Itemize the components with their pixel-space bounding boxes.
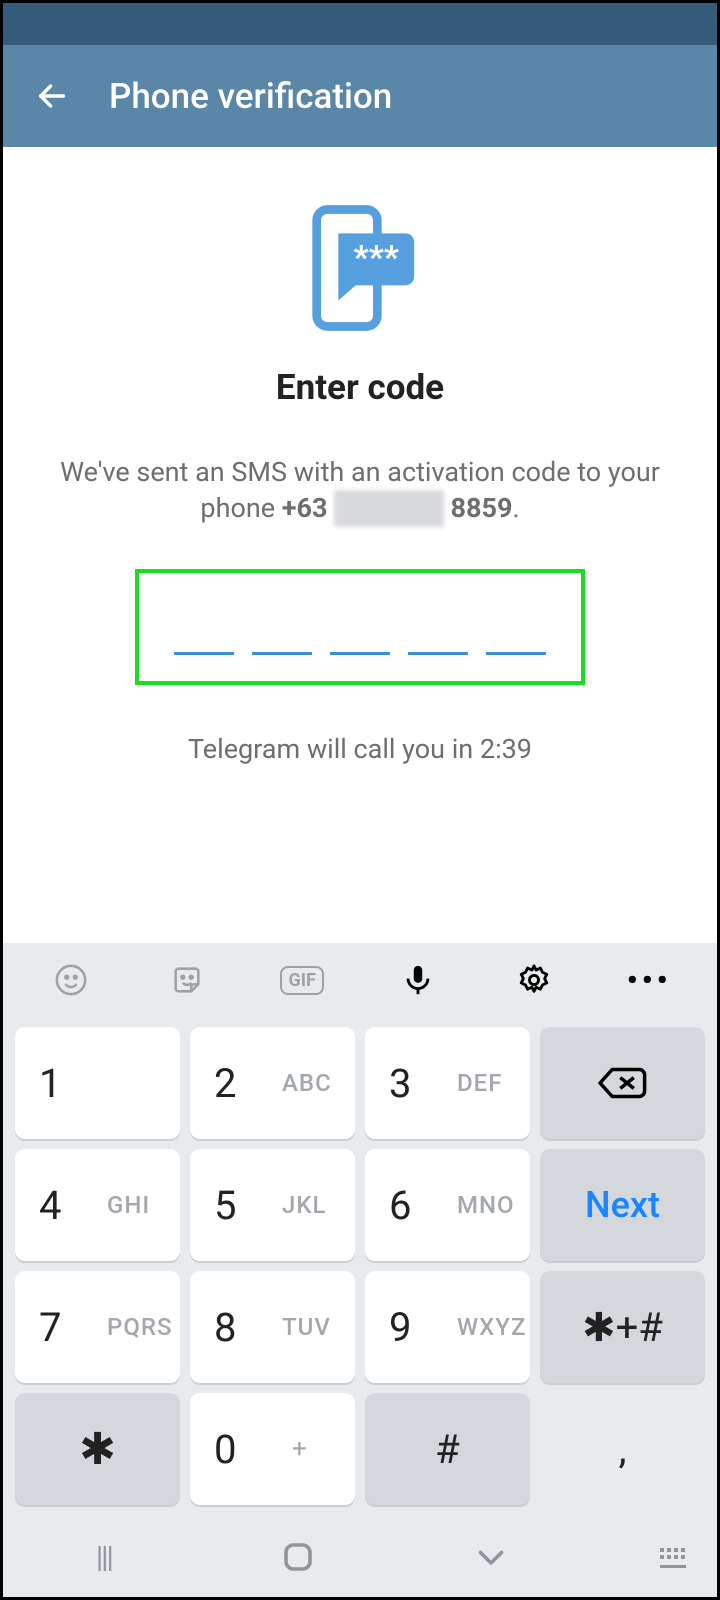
key-digit: 4 xyxy=(39,1182,61,1229)
nav-keyboard-switch[interactable] xyxy=(588,1548,713,1566)
verification-illustration: *** xyxy=(295,203,425,333)
key-5[interactable]: 5 JKL xyxy=(190,1149,355,1261)
key-sub: ABC xyxy=(282,1069,332,1097)
arrow-left-icon xyxy=(35,79,69,113)
emoji-button[interactable] xyxy=(13,943,129,1017)
nav-home[interactable] xyxy=(201,1539,395,1575)
code-slot xyxy=(408,652,468,655)
page-title: Phone verification xyxy=(109,76,392,117)
key-2[interactable]: 2 ABC xyxy=(190,1027,355,1139)
key-9[interactable]: 9 WXYZ xyxy=(365,1271,530,1383)
recent-icon: ||| xyxy=(96,1540,112,1575)
chevron-down-icon xyxy=(473,1539,509,1575)
key-8[interactable]: 8 TUV xyxy=(190,1271,355,1383)
keyboard-settings-button[interactable] xyxy=(476,943,592,1017)
nav-back[interactable] xyxy=(394,1539,588,1575)
desc-suffix: . xyxy=(512,492,519,524)
code-slot xyxy=(252,652,312,655)
gif-icon: GIF xyxy=(280,966,323,995)
key-sub: + xyxy=(292,1434,307,1464)
key-label: ✱+# xyxy=(582,1304,663,1351)
key-digit: 6 xyxy=(389,1182,411,1229)
keyboard-more-button[interactable]: ••• xyxy=(591,943,707,1017)
key-1[interactable]: 1 xyxy=(15,1027,180,1139)
timer-prefix: Telegram will call you in xyxy=(188,733,480,765)
key-digit: 5 xyxy=(214,1182,236,1229)
svg-text:***: *** xyxy=(354,238,400,276)
key-next[interactable]: Next xyxy=(540,1149,705,1261)
phone-cc: +63 xyxy=(282,492,328,524)
code-slot xyxy=(486,652,546,655)
soft-keyboard: GIF ••• 1 2 ABC 3 DEF xyxy=(3,943,717,1597)
system-nav-bar: ||| xyxy=(3,1523,717,1597)
key-label: , xyxy=(619,1426,627,1473)
status-bar xyxy=(3,3,717,45)
keyboard-toolbar: GIF ••• xyxy=(3,943,717,1017)
key-7[interactable]: 7 PQRS xyxy=(15,1271,180,1383)
code-input[interactable] xyxy=(135,569,585,685)
sticker-icon xyxy=(170,963,204,997)
key-digit: 2 xyxy=(214,1060,236,1107)
content-description: We've sent an SMS with an activation cod… xyxy=(50,454,670,527)
timer-value: 2:39 xyxy=(480,733,532,765)
key-label: # xyxy=(435,1426,460,1473)
microphone-icon xyxy=(401,963,435,997)
key-sub: MNO xyxy=(457,1191,515,1219)
gear-icon xyxy=(517,963,551,997)
backspace-icon xyxy=(596,1063,650,1103)
key-sub: JKL xyxy=(282,1191,326,1219)
back-button[interactable] xyxy=(13,66,91,126)
phone-hidden: XXXXXX xyxy=(334,490,444,526)
code-slot xyxy=(330,652,390,655)
key-sub: DEF xyxy=(457,1069,502,1097)
key-symbols[interactable]: ✱+# xyxy=(540,1271,705,1383)
call-timer: Telegram will call you in 2:39 xyxy=(188,733,532,765)
app-bar: Phone verification xyxy=(3,45,717,147)
content-area: *** Enter code We've sent an SMS with an… xyxy=(3,147,717,943)
key-sub: TUV xyxy=(282,1313,331,1341)
home-icon xyxy=(280,1539,316,1575)
more-icon: ••• xyxy=(627,963,672,998)
code-slot xyxy=(174,652,234,655)
key-digit: 9 xyxy=(389,1304,411,1351)
key-label: Next xyxy=(585,1184,660,1226)
key-digit: 3 xyxy=(389,1060,411,1107)
key-0[interactable]: 0+ xyxy=(190,1393,355,1505)
voice-input-button[interactable] xyxy=(360,943,476,1017)
key-sub: GHI xyxy=(107,1191,150,1219)
key-digit: 7 xyxy=(39,1304,61,1351)
keyboard-keys: 1 2 ABC 3 DEF 4 GHI 5 JKL 6 MNO Next 7 PQRS 8 T… xyxy=(3,1017,717,1523)
key-sub: WXYZ xyxy=(457,1313,526,1341)
keyboard-switch-icon xyxy=(660,1548,685,1566)
key-6[interactable]: 6 MNO xyxy=(365,1149,530,1261)
nav-recent[interactable]: ||| xyxy=(7,1540,201,1575)
sticker-button[interactable] xyxy=(129,943,245,1017)
key-star[interactable]: ✱ xyxy=(15,1393,180,1505)
key-4[interactable]: 4 GHI xyxy=(15,1149,180,1261)
smiley-icon xyxy=(54,963,88,997)
key-label: ✱ xyxy=(79,1423,116,1475)
gif-button[interactable]: GIF xyxy=(244,943,360,1017)
key-comma[interactable]: , xyxy=(540,1393,705,1505)
key-backspace[interactable] xyxy=(540,1027,705,1139)
key-digit: 8 xyxy=(214,1304,236,1351)
key-digit: 0 xyxy=(214,1426,236,1473)
key-sub: PQRS xyxy=(107,1313,173,1341)
key-hash[interactable]: # xyxy=(365,1393,530,1505)
key-digit: 1 xyxy=(39,1060,61,1107)
content-title: Enter code xyxy=(276,367,444,408)
key-3[interactable]: 3 DEF xyxy=(365,1027,530,1139)
phone-tail: 8859 xyxy=(450,492,512,524)
